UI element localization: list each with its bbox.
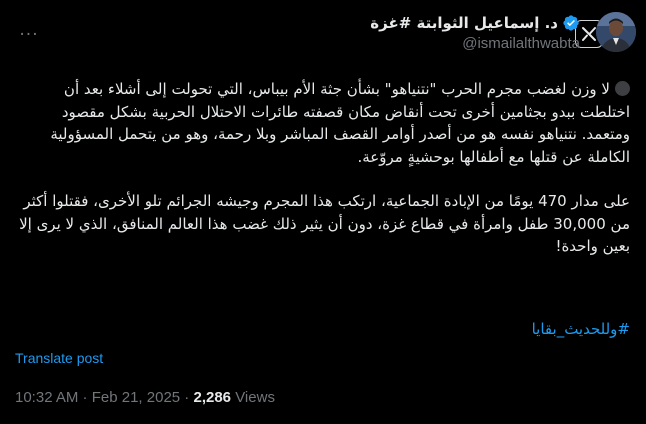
meta-separator: · <box>78 389 92 406</box>
author-name-row: د. إسماعيل الثوابتة #غزة <box>370 14 580 32</box>
avatar[interactable] <box>596 12 636 52</box>
author-display-name[interactable]: د. إسماعيل الثوابتة #غزة <box>370 14 558 32</box>
tweet-paragraph-1: لا وزن لغضب مجرم الحرب "نتنياهو" بشأن جث… <box>16 78 630 168</box>
translate-post-link[interactable]: Translate post <box>15 350 103 366</box>
hashtag-link[interactable]: #وللحديث_بقايا <box>532 320 630 338</box>
author-info[interactable]: د. إسماعيل الثوابتة #غزة @ismailalthwabt… <box>370 14 580 52</box>
views-label: Views <box>231 389 275 406</box>
tweet-paragraph-2: على مدار 470 يومًا من الإبادة الجماعية، … <box>19 192 630 255</box>
verified-badge-icon <box>563 15 579 31</box>
post-meta: 10:32 AM · Feb 21, 2025 · 2,286 Views <box>15 389 275 406</box>
more-options-button[interactable]: ··· <box>14 20 44 50</box>
avatar-image <box>596 12 636 52</box>
circle-emoji-icon <box>615 81 630 96</box>
views-count: 2,286 <box>193 389 232 406</box>
more-horizontal-icon: ··· <box>19 24 39 45</box>
author-handle[interactable]: @ismailalthwabta <box>370 35 580 52</box>
tweet-text: لا وزن لغضب مجرم الحرب "نتنياهو" بشأن جث… <box>16 78 630 258</box>
tweet-paragraph-1-text: لا وزن لغضب مجرم الحرب "نتنياهو" بشأن جث… <box>50 80 630 166</box>
meta-separator-2: · <box>180 389 194 406</box>
post-date[interactable]: Feb 21, 2025 <box>92 389 180 406</box>
post-time[interactable]: 10:32 AM <box>15 389 78 406</box>
